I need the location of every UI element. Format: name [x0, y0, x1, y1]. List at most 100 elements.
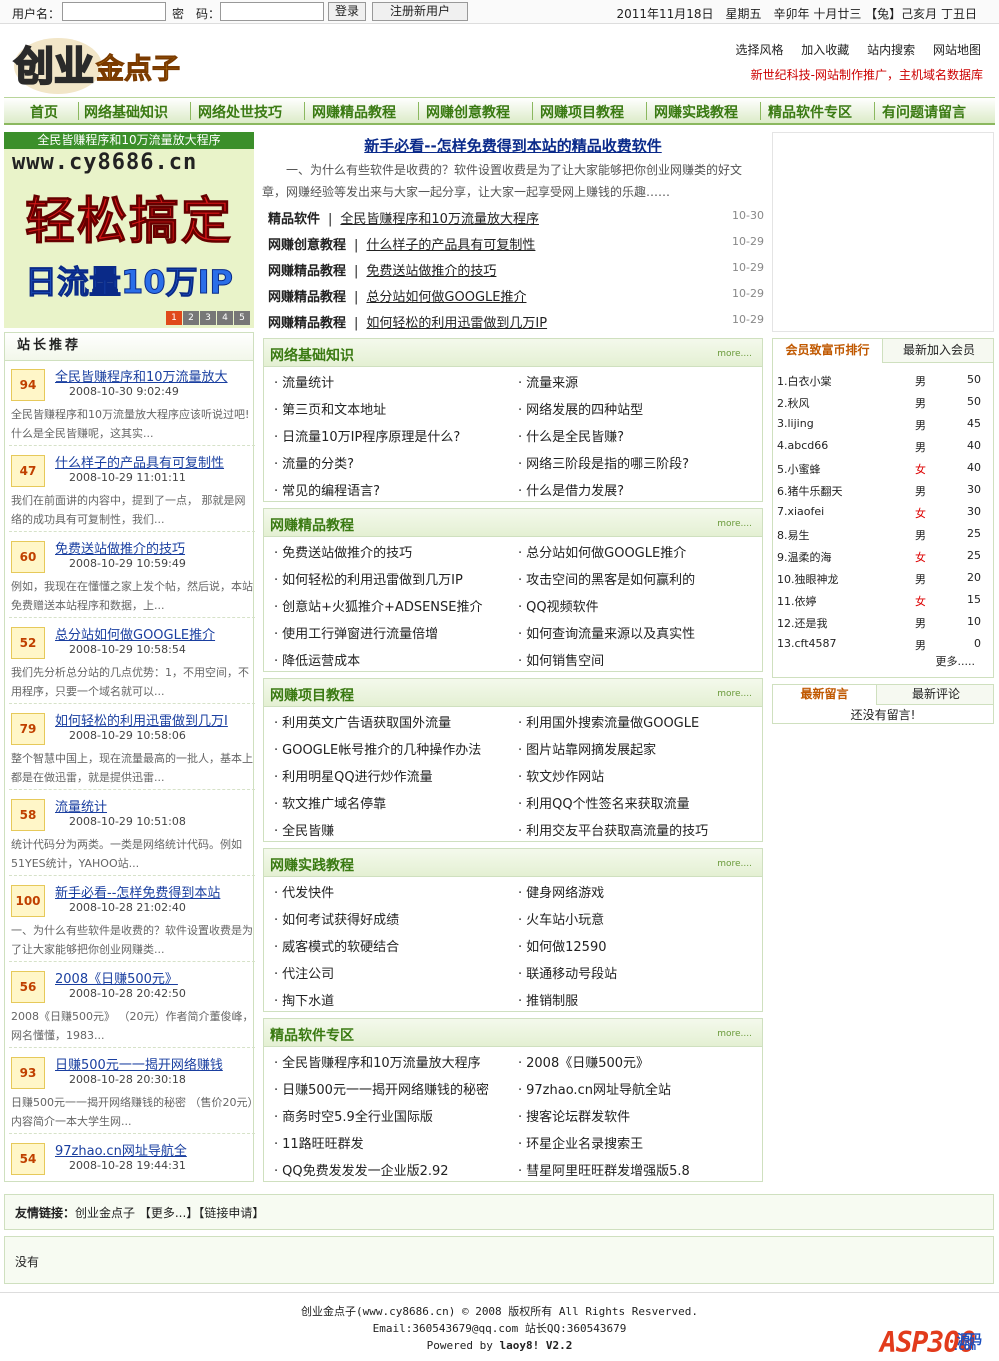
recommend-item-title[interactable]: 全民皆赚程序和10万流量放大	[55, 366, 251, 385]
section-link[interactable]: 日赚500元一一揭开网络赚钱的秘密	[274, 1079, 489, 1098]
recommend-item-title[interactable]: 什么样子的产品具有可复制性	[55, 452, 251, 471]
section-link[interactable]: 流量来源	[518, 372, 578, 391]
section-link[interactable]: 如何销售空间	[518, 650, 604, 669]
section-title[interactable]: 网赚精品教程	[270, 515, 354, 535]
section-link[interactable]: 总分站如何做GOOGLE推介	[518, 542, 686, 561]
section-link[interactable]: 日流量10万IP程序原理是什么?	[274, 426, 460, 445]
section-link[interactable]: 使用工行弹窗进行流量倍增	[274, 623, 438, 642]
section-link[interactable]: GOOGLE帐号推介的几种操作办法	[274, 739, 481, 758]
section-link[interactable]: 第三页和文本地址	[274, 399, 386, 418]
rank-member-name[interactable]: 13.cft4587	[777, 637, 837, 650]
rank-member-name[interactable]: 7.xiaofei	[777, 505, 824, 518]
section-link[interactable]: 利用QQ个性签名来获取流量	[518, 793, 689, 812]
section-more-link[interactable]: more....	[717, 1029, 752, 1039]
banner-page-2[interactable]: 2	[183, 311, 199, 325]
news-category[interactable]: 网赚创意教程	[268, 238, 346, 253]
section-link[interactable]: 软文炒作网站	[518, 766, 604, 785]
section-link[interactable]: 彗星阿里旺旺群发增强版5.8	[518, 1160, 690, 1179]
section-link[interactable]: 代发快件	[274, 882, 334, 901]
nav-network-basics[interactable]: 网络基础知识	[84, 102, 168, 122]
banner-page-4[interactable]: 4	[217, 311, 233, 325]
rank-member-name[interactable]: 12.还是我	[777, 615, 828, 631]
section-link[interactable]: 火车站小玩意	[518, 909, 604, 928]
footer-powered-brand[interactable]: laoy8! V2.2	[500, 1339, 573, 1352]
section-link[interactable]: 搜客论坛群发软件	[518, 1106, 630, 1125]
nav-guestbook[interactable]: 有问题请留言	[882, 102, 966, 122]
site-logo[interactable]: 创业 金点子	[8, 30, 208, 96]
section-link[interactable]: 什么是全民皆赚?	[518, 426, 624, 445]
section-link[interactable]: 利用明星QQ进行炒作流量	[274, 766, 432, 785]
section-link[interactable]: 流量统计	[274, 372, 334, 391]
nav-premium-tutorials[interactable]: 网赚精品教程	[312, 102, 396, 122]
section-link[interactable]: 流量的分类?	[274, 453, 354, 472]
news-title[interactable]: 全民皆赚程序和10万流量放大程序	[340, 212, 539, 227]
section-more-link[interactable]: more....	[717, 519, 752, 529]
nav-creative-tutorials[interactable]: 网赚创意教程	[426, 102, 510, 122]
register-button[interactable]: 注册新用户	[372, 2, 468, 21]
recommend-item-title[interactable]: 流量统计	[55, 796, 251, 815]
section-title[interactable]: 网赚实践教程	[270, 855, 354, 875]
section-link[interactable]: 全民皆赚程序和10万流量放大程序	[274, 1052, 481, 1071]
recommend-item-title[interactable]: 总分站如何做GOOGLE推介	[55, 624, 251, 643]
section-link[interactable]: 11路旺旺群发	[274, 1133, 364, 1152]
rank-member-name[interactable]: 8.易生	[777, 527, 810, 543]
sitemap-link[interactable]: 网站地图	[933, 43, 981, 57]
section-link[interactable]: 什么是借力发展?	[518, 480, 624, 499]
section-more-link[interactable]: more....	[717, 349, 752, 359]
rank-member-name[interactable]: 2.秋风	[777, 395, 810, 411]
section-link[interactable]: 免费送站做推介的技巧	[274, 542, 412, 561]
section-link[interactable]: 全民皆赚	[274, 820, 334, 839]
section-link[interactable]: 网络发展的四种站型	[518, 399, 643, 418]
nav-project-tutorials[interactable]: 网赚项目教程	[540, 102, 624, 122]
section-link[interactable]: 利用英文广告语获取国外流量	[274, 712, 451, 731]
slogan[interactable]: 新世纪科技-网站制作推广，主机域名数据库	[751, 66, 983, 83]
section-more-link[interactable]: more....	[717, 689, 752, 699]
rank-more-link[interactable]: 更多.....	[936, 653, 975, 669]
section-link[interactable]: 掏下水道	[274, 990, 334, 1009]
section-link[interactable]: QQ免费发发发一企业版2.92	[274, 1160, 448, 1179]
recommend-item-title[interactable]: 日赚500元一一揭开网络赚钱	[55, 1054, 251, 1073]
rank-member-name[interactable]: 6.猪牛乐翻天	[777, 483, 843, 499]
favorite-link[interactable]: 加入收藏	[801, 43, 849, 57]
recommend-item-title[interactable]: 免费送站做推介的技巧	[55, 538, 251, 557]
search-link[interactable]: 站内搜索	[867, 43, 915, 57]
section-link[interactable]: QQ视频软件	[518, 596, 598, 615]
section-link[interactable]: 代注公司	[274, 963, 334, 982]
section-link[interactable]: 图片站靠网摘发展起家	[518, 739, 656, 758]
recommend-item-title[interactable]: 新手必看--怎样免费得到本站	[55, 882, 251, 901]
rank-member-name[interactable]: 3.lijing	[777, 417, 814, 430]
section-link[interactable]: 如何考试获得好成绩	[274, 909, 399, 928]
section-link[interactable]: 利用交友平台获取高流量的技巧	[518, 820, 708, 839]
section-link[interactable]: 威客模式的软硬结合	[274, 936, 399, 955]
rank-member-name[interactable]: 9.温柔的海	[777, 549, 832, 565]
style-link[interactable]: 选择风格	[735, 43, 783, 57]
section-link[interactable]: 网络三阶段是指的哪三阶段?	[518, 453, 689, 472]
news-category[interactable]: 网赚精品教程	[268, 316, 346, 331]
recommend-item-title[interactable]: 如何轻松的利用迅雷做到几万I	[55, 710, 251, 729]
section-link[interactable]: 联通移动号段站	[518, 963, 617, 982]
rank-member-name[interactable]: 5.小蜜蜂	[777, 461, 821, 477]
nav-home[interactable]: 首页	[30, 102, 58, 122]
section-title[interactable]: 网赚项目教程	[270, 685, 354, 705]
password-input[interactable]	[220, 2, 324, 21]
tab-latest-comments[interactable]: 最新评论	[877, 685, 995, 705]
section-link[interactable]: 环星企业名录搜索王	[518, 1133, 643, 1152]
rank-member-name[interactable]: 10.独眼神龙	[777, 571, 839, 587]
section-link[interactable]: 健身网络游戏	[518, 882, 604, 901]
section-link[interactable]: 攻击空间的黑客是如何赢利的	[518, 569, 695, 588]
tab-latest-messages[interactable]: 最新留言	[773, 685, 877, 705]
news-title[interactable]: 什么样子的产品具有可复制性	[366, 238, 535, 253]
news-title[interactable]: 如何轻松的利用迅雷做到几万IP	[366, 316, 547, 331]
banner-page-3[interactable]: 3	[200, 311, 216, 325]
section-more-link[interactable]: more....	[717, 859, 752, 869]
section-link[interactable]: 推销制服	[518, 990, 578, 1009]
tab-new-members[interactable]: 最新加入会员	[883, 339, 995, 363]
headline-title[interactable]: 新手必看--怎样免费得到本站的精品收费软件	[262, 135, 764, 156]
rank-member-name[interactable]: 1.白衣小棠	[777, 373, 832, 389]
rank-member-name[interactable]: 11.依婷	[777, 593, 817, 609]
banner-slideshow[interactable]: 全民皆赚程序和10万流量放大程序 www.cy8686.cn 轻松搞定 日流量1…	[4, 132, 254, 328]
nav-software[interactable]: 精品软件专区	[768, 102, 852, 122]
news-category[interactable]: 网赚精品教程	[268, 264, 346, 279]
username-input[interactable]	[62, 2, 166, 21]
news-category[interactable]: 精品软件	[268, 212, 320, 227]
